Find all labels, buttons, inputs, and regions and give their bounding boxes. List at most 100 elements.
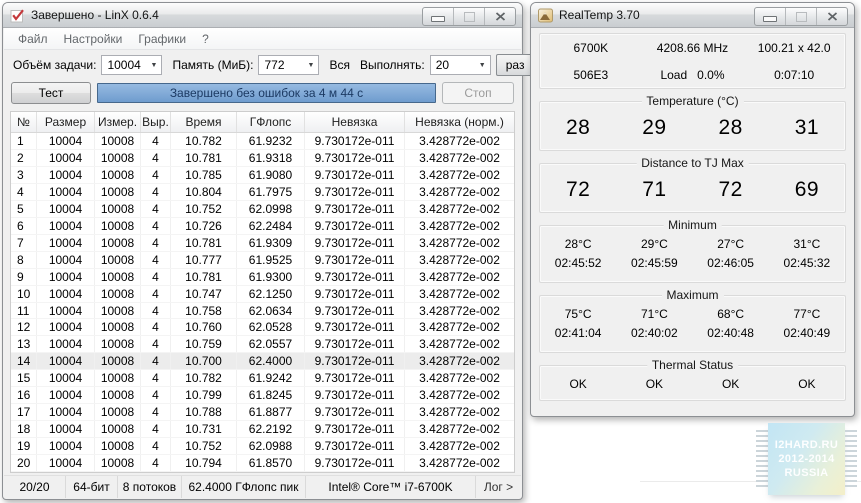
close-button[interactable] bbox=[816, 8, 847, 25]
window-controls bbox=[754, 7, 848, 26]
column-header[interactable]: № bbox=[11, 112, 37, 132]
progress-bar: Завершено без ошибок за 4 м 44 с bbox=[97, 83, 436, 103]
rt-time: 02:40:48 bbox=[693, 326, 769, 340]
table-cell: 10004 bbox=[37, 269, 95, 285]
task-size-label: Объём задачи: bbox=[13, 58, 96, 72]
table-row[interactable]: 161000410008410.79961.82459.730172e-0113… bbox=[11, 387, 514, 404]
table-row[interactable]: 171000410008410.78861.88779.730172e-0113… bbox=[11, 404, 514, 421]
table-cell: 10.804 bbox=[171, 184, 237, 200]
rt-value: 28°C bbox=[540, 237, 616, 251]
table-row[interactable]: 31000410008410.78561.90809.730172e-0113.… bbox=[11, 167, 514, 184]
table-row[interactable]: 81000410008410.77761.95259.730172e-0113.… bbox=[11, 252, 514, 269]
run-count-combo[interactable]: 20 ▼ bbox=[430, 55, 491, 75]
chevron-down-icon[interactable]: ▼ bbox=[475, 62, 490, 69]
table-cell: 10004 bbox=[37, 218, 95, 234]
menu-item-3[interactable]: ? bbox=[194, 30, 217, 48]
table-row[interactable]: 181000410008410.73162.21929.730172e-0113… bbox=[11, 421, 514, 438]
table-cell: 10008 bbox=[95, 455, 141, 471]
table-row[interactable]: 11000410008410.78261.92329.730172e-0113.… bbox=[11, 133, 514, 150]
table-cell: 4 bbox=[11, 184, 37, 200]
table-row[interactable]: 91000410008410.78161.93009.730172e-0113.… bbox=[11, 269, 514, 286]
rt-value: 75°C bbox=[540, 307, 616, 321]
table-row[interactable]: 151000410008410.78261.92429.730172e-0113… bbox=[11, 370, 514, 387]
chevron-down-icon[interactable]: ▼ bbox=[303, 62, 318, 69]
rt-time: 02:45:59 bbox=[616, 256, 692, 270]
table-row[interactable]: 141000410008410.70062.40009.730172e-0113… bbox=[11, 353, 514, 370]
table-cell: 3.428772e-002 bbox=[405, 387, 514, 403]
maximize-button[interactable] bbox=[785, 8, 816, 25]
table-row[interactable]: 21000410008410.78161.93189.730172e-0113.… bbox=[11, 150, 514, 167]
table-cell: 10.777 bbox=[171, 252, 237, 268]
table-cell: 9.730172e-011 bbox=[305, 150, 405, 166]
table-cell: 3.428772e-002 bbox=[405, 438, 514, 454]
table-cell: 5 bbox=[11, 201, 37, 217]
table-row[interactable]: 201000410008410.79461.85709.730172e-0113… bbox=[11, 455, 514, 472]
rt-time: 02:40:49 bbox=[769, 326, 845, 340]
column-header[interactable]: Время bbox=[171, 112, 237, 132]
table-cell: 9.730172e-011 bbox=[305, 438, 405, 454]
table-cell: 10004 bbox=[37, 353, 95, 369]
table-cell: 4 bbox=[141, 404, 171, 420]
column-header[interactable]: Невязка (норм.) bbox=[405, 112, 514, 132]
task-size-value[interactable]: 10004 bbox=[102, 58, 146, 72]
task-size-combo[interactable]: 10004 ▼ bbox=[101, 55, 162, 75]
table-cell: 10008 bbox=[95, 133, 141, 149]
table-cell: 10.752 bbox=[171, 438, 237, 454]
menu-item-2[interactable]: Графики bbox=[130, 30, 194, 48]
column-header[interactable]: Невязка bbox=[305, 112, 405, 132]
table-row[interactable]: 111000410008410.75862.06349.730172e-0113… bbox=[11, 303, 514, 320]
column-header[interactable]: Размер bbox=[37, 112, 95, 132]
table-cell: 10008 bbox=[95, 150, 141, 166]
close-button[interactable] bbox=[484, 8, 515, 25]
column-header[interactable]: ГФлопс bbox=[237, 112, 305, 132]
log-button[interactable]: Лог > bbox=[475, 476, 521, 498]
rt-section: Distance to TJ Max72717269 bbox=[539, 163, 846, 213]
rt-value: 71 bbox=[616, 178, 692, 202]
all-memory-checkbox-label[interactable]: Вся bbox=[329, 58, 350, 72]
table-cell: 10.782 bbox=[171, 133, 237, 149]
table-row[interactable]: 121000410008410.76062.05289.730172e-0113… bbox=[11, 319, 514, 336]
table-row[interactable]: 71000410008410.78161.93099.730172e-0113.… bbox=[11, 235, 514, 252]
memory-value[interactable]: 772 bbox=[259, 58, 303, 72]
table-cell: 10004 bbox=[37, 438, 95, 454]
realtemp-content: 6700K 4208.66 MHz 100.21 x 42.0 506E3 Lo… bbox=[539, 28, 846, 408]
rt-time: 02:46:05 bbox=[693, 256, 769, 270]
test-button[interactable]: Тест bbox=[11, 82, 91, 104]
table-cell: 10004 bbox=[37, 235, 95, 251]
minimize-icon bbox=[763, 16, 777, 22]
table-cell: 10.782 bbox=[171, 370, 237, 386]
maximize-icon bbox=[464, 12, 475, 22]
stop-button[interactable]: Стоп bbox=[442, 82, 514, 104]
table-cell: 9.730172e-011 bbox=[305, 319, 405, 335]
minimize-button[interactable] bbox=[423, 8, 453, 25]
table-row[interactable]: 51000410008410.75262.09989.730172e-0113.… bbox=[11, 201, 514, 218]
table-cell: 4 bbox=[141, 387, 171, 403]
table-row[interactable]: 61000410008410.72662.24849.730172e-0113.… bbox=[11, 218, 514, 235]
table-row[interactable]: 41000410008410.80461.79759.730172e-0113.… bbox=[11, 184, 514, 201]
table-cell: 3.428772e-002 bbox=[405, 303, 514, 319]
column-header[interactable]: Измер. bbox=[95, 112, 141, 132]
table-cell: 10.758 bbox=[171, 303, 237, 319]
table-cell: 17 bbox=[11, 404, 37, 420]
chevron-down-icon[interactable]: ▼ bbox=[146, 62, 161, 69]
rt-times-row: 02:45:5202:45:5902:46:0502:45:32 bbox=[540, 251, 845, 270]
minimize-button[interactable] bbox=[755, 8, 785, 25]
table-row[interactable]: 191000410008410.75262.09889.730172e-0113… bbox=[11, 438, 514, 455]
menu-item-1[interactable]: Настройки bbox=[56, 30, 131, 48]
menu-item-0[interactable]: Файл bbox=[10, 30, 56, 48]
linx-titlebar[interactable]: Завершено - LinX 0.6.4 bbox=[3, 3, 522, 28]
table-cell: 3 bbox=[11, 167, 37, 183]
table-cell: 10004 bbox=[37, 184, 95, 200]
table-cell: 20 bbox=[11, 455, 37, 471]
table-row[interactable]: 131000410008410.75962.05579.730172e-0113… bbox=[11, 336, 514, 353]
table-cell: 9.730172e-011 bbox=[305, 455, 405, 471]
table-cell: 10.785 bbox=[171, 167, 237, 183]
table-cell: 10004 bbox=[37, 421, 95, 437]
column-header[interactable]: Выр. bbox=[141, 112, 171, 132]
run-count-value[interactable]: 20 bbox=[431, 58, 475, 72]
maximize-button[interactable] bbox=[453, 8, 484, 25]
memory-combo[interactable]: 772 ▼ bbox=[258, 55, 319, 75]
table-row[interactable]: 101000410008410.74762.12509.730172e-0113… bbox=[11, 286, 514, 303]
status-segment: Intel® Core™ i7-6700K bbox=[306, 476, 475, 498]
realtemp-titlebar[interactable]: RealTemp 3.70 bbox=[531, 3, 854, 28]
